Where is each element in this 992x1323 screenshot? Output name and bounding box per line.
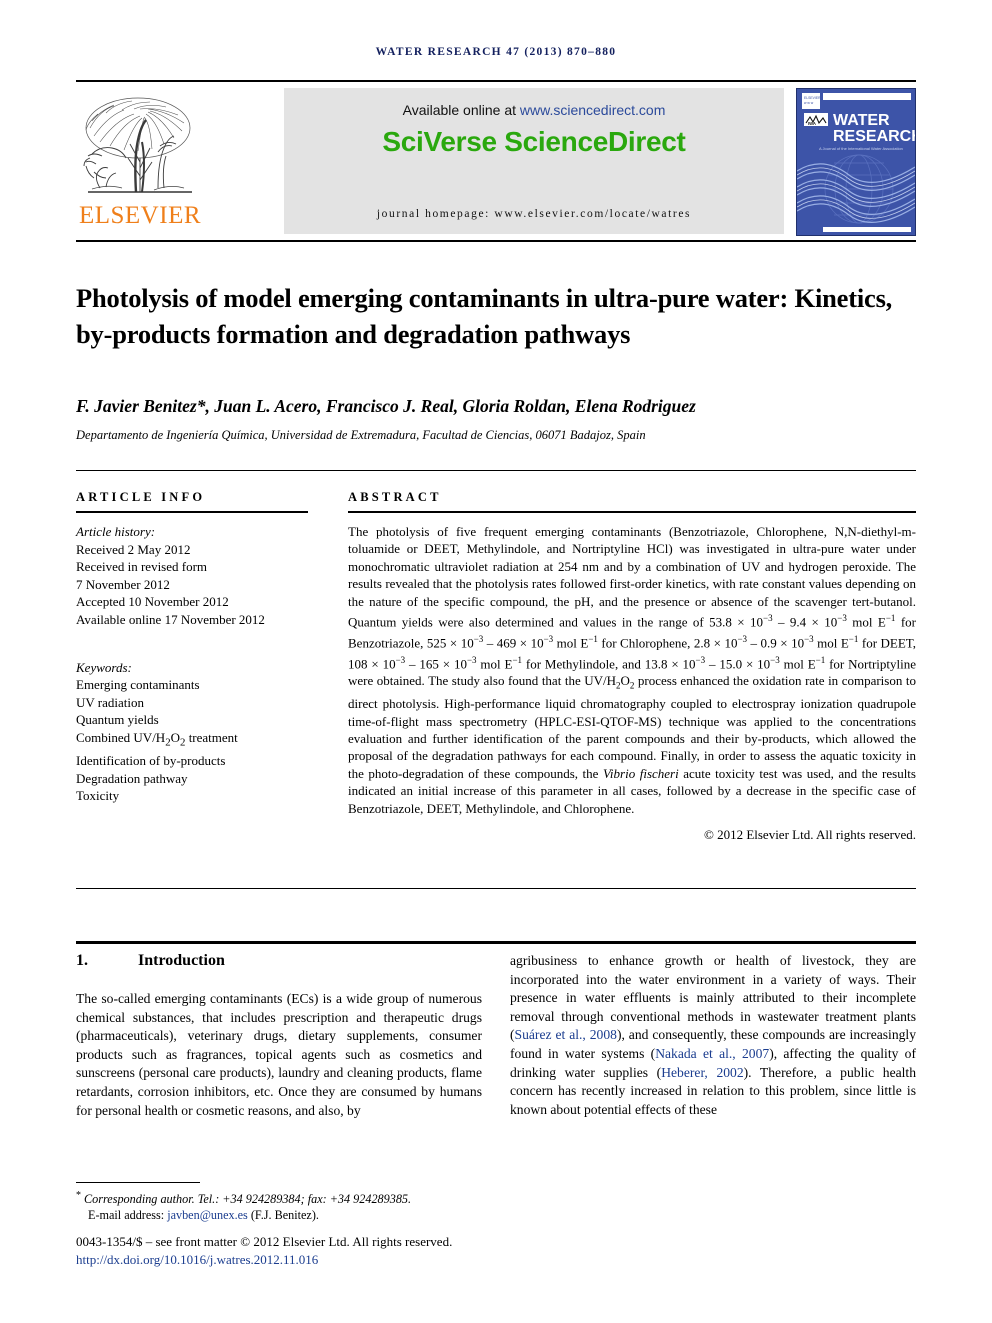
email-note: E-mail address: javben@unex.es (F.J. Ben… — [76, 1207, 516, 1223]
keywords-label: Keywords: — [76, 659, 132, 675]
keyword-item: Emerging contaminants — [76, 677, 200, 693]
article-history-label: Article history: — [76, 524, 156, 539]
section-number: 1. — [76, 952, 88, 969]
issn-front-matter: 0043-1354/$ – see front matter © 2012 El… — [76, 1234, 453, 1249]
keyword-item: Combined UV/H2O2 treatment — [76, 729, 238, 749]
sciencedirect-url[interactable]: www.sciencedirect.com — [520, 102, 666, 118]
sciencedirect-banner: Available online at www.sciencedirect.co… — [284, 88, 784, 234]
elsevier-logo: ELSEVIER — [76, 88, 204, 234]
intro-paragraph-right: agribusiness to enhance growth or health… — [510, 953, 916, 1117]
email-label: E-mail address: — [88, 1208, 168, 1223]
masthead-top-rule — [76, 80, 916, 82]
svg-text:IWA: IWA — [808, 121, 816, 126]
elsevier-wordmark: ELSEVIER — [78, 202, 202, 229]
article-info-heading: ARTICLE INFO — [76, 490, 206, 504]
abstract-divider — [348, 511, 916, 513]
page-title: Photolysis of model emerging contaminant… — [76, 282, 893, 349]
running-head: WATER RESEARCH 47 (2013) 870–880 — [375, 46, 617, 58]
footnote-rule — [76, 1182, 200, 1183]
journal-homepage-line[interactable]: journal homepage: www.elsevier.com/locat… — [284, 208, 784, 220]
affiliation: Departamento de Ingeniería Química, Univ… — [76, 428, 646, 442]
keyword-item: Toxicity — [76, 788, 120, 804]
article-info-section: ARTICLE INFO Article history: Received 2… — [76, 490, 308, 805]
water-research-cover-art: ELSEVIER w w w IWA WATER RESEARCH A Jour… — [797, 89, 915, 235]
email-suffix: (F.J. Benitez). — [247, 1208, 319, 1223]
keyword-item: Quantum yields — [76, 712, 159, 728]
article-history-item: Received in revised form — [76, 559, 208, 575]
keyword-item: UV radiation — [76, 694, 144, 710]
doi-link[interactable]: http://dx.doi.org/10.1016/j.watres.2012.… — [76, 1251, 596, 1269]
section-title: Introduction — [138, 952, 225, 969]
svg-text:WATER: WATER — [833, 112, 890, 129]
journal-cover-image: ELSEVIER w w w IWA WATER RESEARCH A Jour… — [796, 88, 916, 236]
body-column-left: The so-called emerging contaminants (ECs… — [76, 990, 482, 1120]
article-history-item: 7 November 2012 — [76, 576, 170, 592]
article-info-divider — [76, 511, 308, 513]
footnote-block: * Corresponding author. Tel.: +34 924289… — [76, 1188, 516, 1224]
copyright-line: © 2012 Elsevier Ltd. All rights reserved… — [703, 827, 916, 843]
article-history-item: Accepted 10 November 2012 — [76, 594, 229, 610]
svg-text:ELSEVIER: ELSEVIER — [804, 96, 821, 100]
abstract-text: The photolysis of five frequent emerging… — [348, 524, 916, 816]
asterisk-icon: * — [76, 1190, 81, 1201]
imprint-block: 0043-1354/$ – see front matter © 2012 El… — [76, 1233, 596, 1269]
info-top-rule — [76, 470, 916, 471]
body-top-rule — [76, 941, 916, 944]
intro-paragraph-left: The so-called emerging contaminants (ECs… — [76, 991, 482, 1118]
keyword-item: Identification of by-products — [76, 753, 226, 769]
corresponding-author-text: Corresponding author. Tel.: +34 92428938… — [84, 1192, 412, 1207]
elsevier-tree-icon — [83, 97, 192, 193]
journal-article-page: WATER RESEARCH 47 (2013) 870–880 ELSEVIE… — [0, 0, 992, 1323]
available-online-prefix: Available online at — [402, 102, 520, 118]
author-list: F. Javier Benitez*, Juan L. Acero, Franc… — [76, 396, 916, 417]
abstract-bottom-rule — [76, 888, 916, 889]
svg-text:A Journal of the International: A Journal of the International Water Ass… — [819, 146, 903, 151]
article-history-item: Available online 17 November 2012 — [76, 611, 265, 627]
masthead-bottom-rule — [76, 240, 916, 242]
section-heading-introduction: 1. Introduction — [76, 952, 225, 970]
available-online-line: Available online at www.sciencedirect.co… — [284, 102, 784, 118]
sciverse-sciencedirect-logo: SciVerse ScienceDirect — [382, 126, 686, 157]
abstract-section: ABSTRACT The photolysis of five frequent… — [348, 490, 916, 843]
abstract-heading: ABSTRACT — [348, 490, 442, 504]
keywords-section: Keywords: Emerging contaminants UV radia… — [76, 659, 308, 805]
corresponding-author-note: * Corresponding author. Tel.: +34 924289… — [76, 1188, 516, 1207]
svg-text:w w w: w w w — [804, 101, 814, 105]
article-history-item: Received 2 May 2012 — [76, 541, 191, 557]
body-column-right: agribusiness to enhance growth or health… — [510, 952, 916, 1119]
author-names: F. Javier Benitez*, Juan L. Acero, Franc… — [76, 396, 696, 416]
masthead: ELSEVIER Available online at www.science… — [76, 88, 916, 236]
svg-text:RESEARCH: RESEARCH — [833, 128, 915, 145]
email-link[interactable]: javben@unex.es — [167, 1208, 248, 1222]
keyword-item: Degradation pathway — [76, 770, 188, 786]
